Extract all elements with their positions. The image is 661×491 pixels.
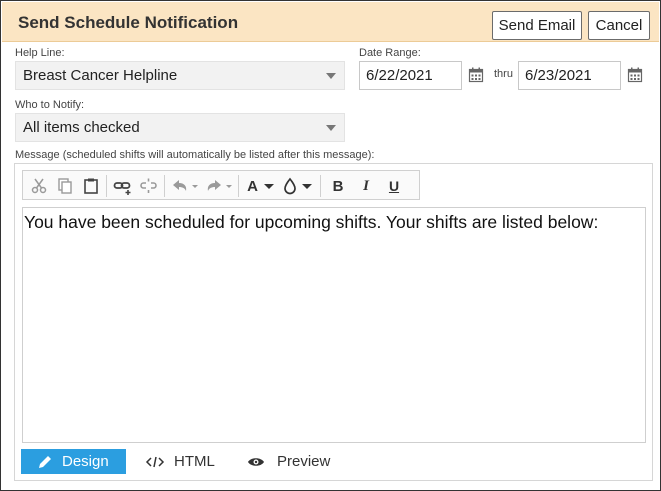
send-schedule-notification-dialog: Send Schedule Notification Send Email Ca…: [0, 0, 661, 491]
copy-icon[interactable]: [54, 175, 76, 197]
cancel-button[interactable]: Cancel: [588, 11, 650, 40]
underline-icon[interactable]: U: [383, 175, 405, 197]
message-body: You have been scheduled for upcoming shi…: [24, 212, 599, 232]
thru-label: thru: [494, 68, 513, 80]
background-color-icon[interactable]: [281, 175, 315, 197]
chevron-down-icon: [326, 125, 336, 131]
date-from-input[interactable]: 6/22/2021: [359, 61, 462, 90]
html-editor: A B I U You have been scheduled for upco…: [14, 163, 653, 481]
design-mode-tab[interactable]: Design: [21, 449, 126, 474]
pencil-icon: [39, 455, 51, 468]
who-to-notify-label: Who to Notify:: [15, 99, 85, 111]
help-line-label: Help Line:: [15, 47, 65, 59]
date-range-label: Date Range:: [359, 47, 421, 59]
dialog-title-bar: Send Schedule Notification Send Email Ca…: [2, 2, 659, 42]
undo-icon[interactable]: [170, 175, 200, 197]
message-content-area[interactable]: You have been scheduled for upcoming shi…: [22, 207, 646, 443]
send-email-button[interactable]: Send Email: [492, 11, 582, 40]
message-label: Message (scheduled shifts will automatic…: [15, 149, 375, 161]
date-to-input[interactable]: 6/23/2021: [518, 61, 621, 90]
cut-icon[interactable]: [28, 175, 50, 197]
link-icon[interactable]: [112, 175, 134, 197]
bold-icon[interactable]: B: [327, 175, 349, 197]
who-to-notify-value: All items checked: [23, 119, 140, 136]
calendar-icon[interactable]: [468, 67, 484, 83]
font-color-icon[interactable]: A: [245, 175, 277, 197]
redo-icon[interactable]: [204, 175, 234, 197]
paste-icon[interactable]: [80, 175, 102, 197]
code-icon: [145, 456, 165, 467]
preview-mode-tab[interactable]: Preview: [247, 449, 342, 474]
italic-icon[interactable]: I: [355, 175, 377, 197]
help-line-value: Breast Cancer Helpline: [23, 67, 178, 84]
dialog-title: Send Schedule Notification: [18, 13, 239, 32]
who-to-notify-select[interactable]: All items checked: [15, 113, 345, 142]
help-line-select[interactable]: Breast Cancer Helpline: [15, 61, 345, 90]
eye-icon: [248, 457, 264, 466]
unlink-icon[interactable]: [138, 175, 160, 197]
calendar-icon[interactable]: [627, 67, 643, 83]
chevron-down-icon: [326, 73, 336, 79]
editor-toolbar: A B I U: [22, 170, 420, 200]
html-mode-tab[interactable]: HTML: [143, 449, 223, 474]
